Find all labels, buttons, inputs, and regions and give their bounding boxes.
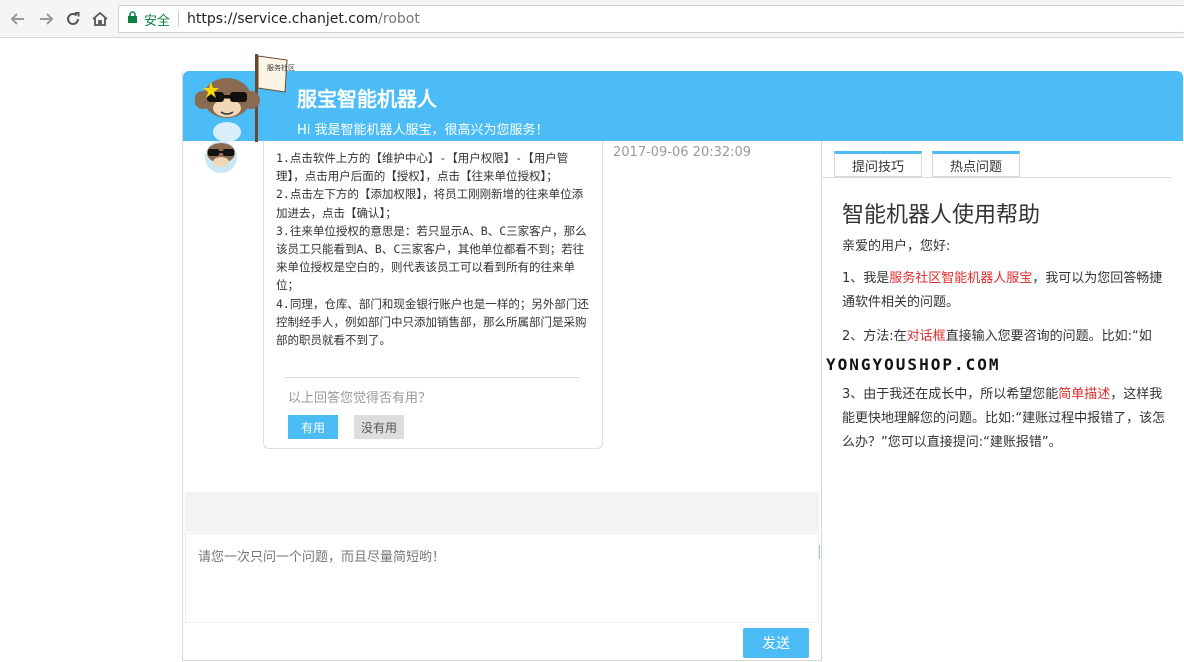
help-paragraph-3: 3、由于我还在成长中，所以希望您能简单描述，这样我能更快地理解您的问题。比如:“… [842,383,1172,455]
useful-button[interactable]: 有用 [288,415,338,439]
lock-icon [127,10,138,28]
tab-tips[interactable]: 提问技巧 [834,151,922,177]
send-button[interactable]: 发送 [743,628,809,658]
address-separator [178,11,180,27]
help-p2-text: 2、方法:在 [842,329,907,344]
chat-toolbar-band [185,492,819,532]
browser-toolbar: 安全 https://service.chanjet.com /robot [0,0,1184,38]
answer-line-2: 2.点击左下方的【添加权限】，将员工刚刚新增的往来单位添加进去，点击【确认】； [276,187,584,220]
not-useful-button[interactable]: 没有用 [354,415,404,439]
answer-bubble: 1.点击软件上方的【维护中心】-【用户权限】-【用户管理】，点击用户后面的【授权… [263,141,603,449]
help-p2-text-end: 直接输入您要咨询的问题。比如:“如 [945,329,1152,344]
tab-hot-questions[interactable]: 热点问题 [932,151,1020,177]
help-p1-highlight: 服务社区智能机器人服宝 [889,271,1033,286]
help-paragraph-1: 1、我是服务社区智能机器人服宝，我可以为您回答畅捷通软件相关的问题。 [842,267,1172,315]
answer-text: 1.点击软件上方的【维护中心】-【用户权限】-【用户管理】，点击用户后面的【授权… [276,149,592,349]
app-header: 服宝智能机器人 Hi 我是智能机器人服宝，很高兴为您服务！ [183,71,1183,141]
tab-underline [822,177,1172,178]
help-panel: 提问技巧 热点问题 智能机器人使用帮助 亲爱的用户，您好: 1、我是服务社区智能… [821,141,1183,661]
help-greeting: 亲爱的用户，您好: [842,239,951,254]
feedback-question: 以上回答您觉得否有用？ [288,391,432,406]
help-p1-text: 1、我是 [842,271,890,286]
header-subtitle: Hi 我是智能机器人服宝，很高兴为您服务！ [297,123,549,138]
mascot-flag-text: 服务社区 [267,63,295,72]
reload-icon[interactable] [61,7,85,31]
answer-line-3: 3.往来单位授权的意思是：若只显示A、B、C三家客户，那么该员工只能看到A、B、… [276,223,587,293]
help-p3-text: 3、由于我还在成长中，所以希望您能 [842,387,1059,402]
url-host: https://service.chanjet.com [187,11,379,27]
help-p2-highlight: 对话框 [906,329,946,344]
secure-label: 安全 [144,13,171,29]
watermark: YONGYOUSHOP.COM [826,355,1001,374]
answer-divider [284,377,580,378]
help-title: 智能机器人使用帮助 [842,203,1041,228]
help-tabs: 提问技巧 热点问题 [834,151,1030,177]
robot-app: 服宝智能机器人 Hi 我是智能机器人服宝，很高兴为您服务！ 1.点击软件上方的【… [182,71,1183,661]
forward-icon[interactable] [34,7,58,31]
back-icon[interactable] [6,7,30,31]
help-p3-highlight: 简单描述 [1058,387,1111,402]
message-timestamp: 2017-09-06 20:32:09 [613,145,752,160]
answer-line-1: 1.点击软件上方的【维护中心】-【用户权限】-【用户管理】，点击用户后面的【授权… [276,151,569,184]
answer-line-4: 4.同理，仓库、部门和现金银行账户也是一样的；另外部门还控制经手人，例如部门中只… [276,296,589,348]
url-path: /robot [378,11,420,27]
header-title: 服宝智能机器人 [297,87,437,111]
robot-avatar [199,141,243,175]
address-bar[interactable]: 安全 https://service.chanjet.com /robot [118,5,1184,33]
help-paragraph-2: 2、方法:在对话框直接输入您要咨询的问题。比如:“如 [842,325,1172,349]
home-icon[interactable] [88,7,112,31]
robot-mascot: 服务社区 [194,52,295,144]
question-input[interactable] [185,533,819,623]
